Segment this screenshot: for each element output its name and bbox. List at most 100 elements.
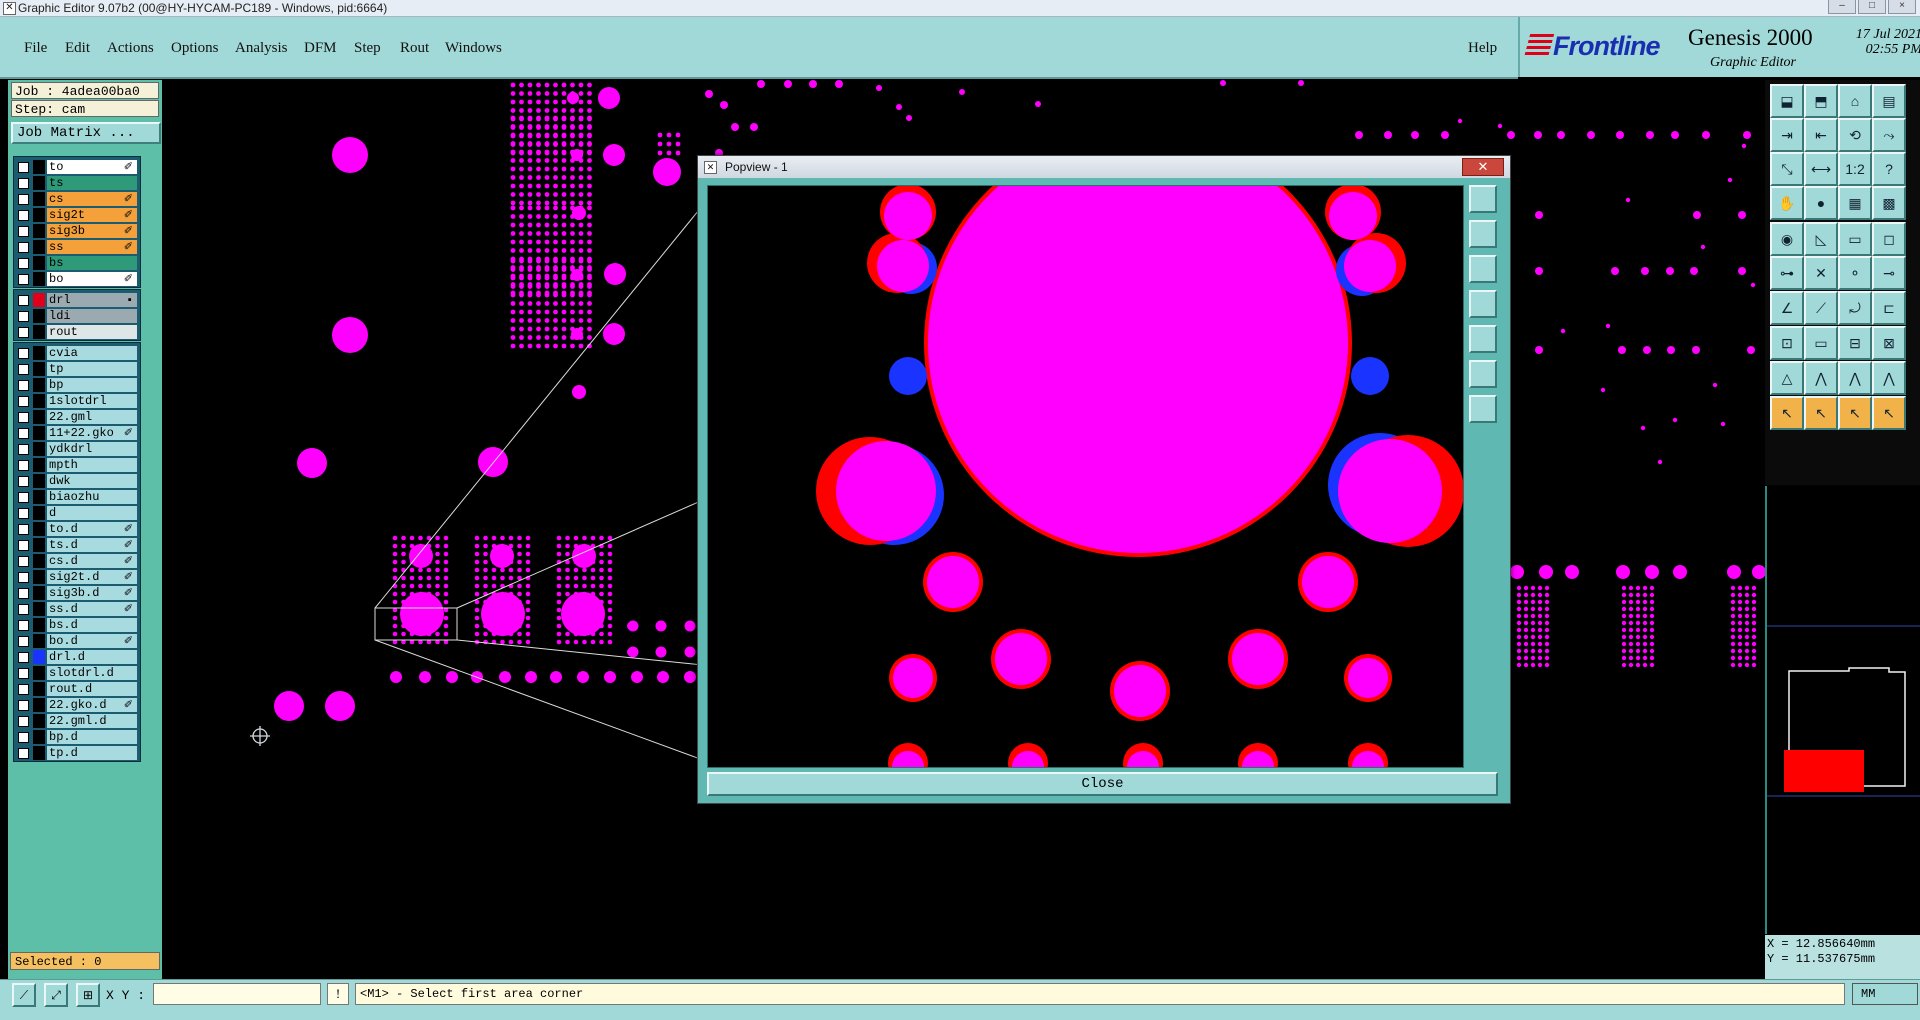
pad-tool-icon[interactable]: ⊡ — [1770, 326, 1804, 360]
layer-row-tp[interactable]: tp — [14, 361, 140, 377]
layer-checkbox[interactable] — [18, 162, 29, 173]
pan-tool-icon[interactable]: ⟷ — [1804, 152, 1838, 186]
layer-checkbox[interactable] — [18, 295, 29, 306]
layer-name[interactable]: 22.gko.d ✐ — [47, 698, 137, 712]
popview-canvas[interactable] — [707, 185, 1464, 768]
layer-row-bo[interactable]: bo ✐ — [14, 271, 140, 287]
layer-name[interactable]: rout.d — [47, 682, 137, 696]
layer-checkbox[interactable] — [18, 226, 29, 237]
layer-name[interactable]: cs.d ✐ — [47, 554, 137, 568]
layer-checkbox[interactable] — [18, 444, 29, 455]
layer-row-ts[interactable]: ts — [14, 175, 140, 191]
angle-tool-icon[interactable]: ◺ — [1804, 222, 1838, 256]
layer-row-ss-d[interactable]: ss.d ✐ — [14, 601, 140, 617]
peak-alt-tool-icon[interactable]: ⋀ — [1838, 361, 1872, 395]
layer-name[interactable]: to.d ✐ — [47, 522, 137, 536]
layer-row-bo-d[interactable]: bo.d ✐ — [14, 633, 140, 649]
layer-color-swatch[interactable] — [33, 309, 45, 323]
menu-edit[interactable]: Edit — [65, 40, 90, 57]
layer-name[interactable]: bs — [47, 256, 137, 270]
layer-row-slotdrl-d[interactable]: slotdrl.d — [14, 665, 140, 681]
layer-checkbox[interactable] — [18, 620, 29, 631]
layer-checkbox[interactable] — [18, 604, 29, 615]
layer-name[interactable]: ts — [47, 176, 137, 190]
layer-checkbox[interactable] — [18, 348, 29, 359]
layer-checkbox[interactable] — [18, 508, 29, 519]
layer-color-swatch[interactable] — [33, 490, 45, 504]
layer-color-swatch[interactable] — [33, 474, 45, 488]
layer-name[interactable]: cs ✐ — [47, 192, 137, 206]
layer-name[interactable]: drl ▪ — [47, 293, 137, 307]
layer-name[interactable]: tp — [47, 362, 137, 376]
delete-tool-icon[interactable]: ✕ — [1804, 256, 1838, 290]
layer-row-mpth[interactable]: mpth — [14, 457, 140, 473]
layer-row-to[interactable]: to ✐ — [14, 159, 140, 175]
scale-1-2-tool-icon[interactable]: 1:2 — [1838, 152, 1872, 186]
popview-title-bar[interactable]: ✕ Popview - 1 ✕ — [698, 156, 1510, 178]
layer-color-swatch[interactable] — [33, 602, 45, 616]
select-tool-tool-icon[interactable]: ↖ — [1838, 396, 1872, 430]
layer-name[interactable]: d — [47, 506, 137, 520]
layer-row-drl-d[interactable]: drl.d — [14, 649, 140, 665]
layer-row-drl[interactable]: drl ▪ — [14, 292, 140, 308]
popview-window[interactable]: ✕ Popview - 1 ✕ Close — [697, 155, 1511, 804]
overview-map[interactable] — [1765, 486, 1920, 934]
layer-row-rout-d[interactable]: rout.d — [14, 681, 140, 697]
list-tool-icon[interactable]: ▤ — [1872, 84, 1906, 118]
menu-dfm[interactable]: DFM — [304, 40, 337, 57]
layer-color-swatch[interactable] — [33, 618, 45, 632]
layer-row-ts-d[interactable]: ts.d ✐ — [14, 537, 140, 553]
layer-name[interactable]: to ✐ — [47, 160, 137, 174]
menu-analysis[interactable]: Analysis — [235, 40, 288, 57]
popview-close-icon[interactable]: ✕ — [1462, 158, 1504, 176]
peak-more-tool-icon[interactable]: ⋀ — [1872, 361, 1906, 395]
layer-name[interactable]: cvia — [47, 346, 137, 360]
layer-color-swatch[interactable] — [33, 208, 45, 222]
layer-name[interactable]: sig3b ✐ — [47, 224, 137, 238]
layer-name[interactable]: 1slotdrl — [47, 394, 137, 408]
peak-tool-icon[interactable]: ⋀ — [1804, 361, 1838, 395]
layer-name[interactable]: ydkdrl — [47, 442, 137, 456]
layer-row-dwk[interactable]: dwk — [14, 473, 140, 489]
ruler-tool-icon[interactable]: ▭ — [1838, 222, 1872, 256]
snap-icon[interactable]: ⟋ — [12, 983, 36, 1007]
layer-color-swatch[interactable] — [33, 410, 45, 424]
layer-checkbox[interactable] — [18, 412, 29, 423]
layer-color-swatch[interactable] — [33, 426, 45, 440]
layer-row-biaozhu[interactable]: biaozhu — [14, 489, 140, 505]
layer-color-swatch[interactable] — [33, 522, 45, 536]
layer-color-swatch[interactable] — [33, 272, 45, 286]
align-right-tool-icon[interactable]: ⇥ — [1770, 118, 1804, 152]
layer-checkbox[interactable] — [18, 327, 29, 338]
route-tool-icon[interactable]: ⤳ — [1872, 118, 1906, 152]
layer-checkbox[interactable] — [18, 668, 29, 679]
layer-name[interactable]: bp — [47, 378, 137, 392]
layer-name[interactable]: sig3b.d ✐ — [47, 586, 137, 600]
layer-color-swatch[interactable] — [33, 506, 45, 520]
layer-checkbox[interactable] — [18, 556, 29, 567]
popview-tool-pan-left-icon[interactable] — [1469, 290, 1497, 318]
layer-checkbox[interactable] — [18, 524, 29, 535]
menu-step[interactable]: Step — [354, 40, 381, 57]
node-tool-icon[interactable]: ⚬ — [1838, 256, 1872, 290]
layer-row-cs[interactable]: cs ✐ — [14, 191, 140, 207]
pattern-tool-icon[interactable]: ▩ — [1872, 186, 1906, 220]
link-tool-icon[interactable]: ⊸ — [1872, 256, 1906, 290]
record-tool-icon[interactable]: ● — [1804, 186, 1838, 220]
layer-name[interactable]: dwk — [47, 474, 137, 488]
menu-help[interactable]: Help — [1468, 40, 1497, 57]
layer-name[interactable]: bo ✐ — [47, 272, 137, 286]
layer-color-swatch[interactable] — [33, 554, 45, 568]
layer-name[interactable]: mpth — [47, 458, 137, 472]
layer-checkbox[interactable] — [18, 492, 29, 503]
menu-options[interactable]: Options — [171, 40, 219, 57]
layer-checkbox[interactable] — [18, 700, 29, 711]
layer-color-swatch[interactable] — [33, 570, 45, 584]
layer-color-swatch[interactable] — [33, 698, 45, 712]
layer-checkbox[interactable] — [18, 684, 29, 695]
job-matrix-button[interactable]: Job Matrix ... — [11, 122, 161, 144]
feature-select-tool-icon[interactable]: ◉ — [1770, 222, 1804, 256]
layer-row-rout[interactable]: rout — [14, 324, 140, 340]
triangle-tool-icon[interactable]: △ — [1770, 361, 1804, 395]
layer-row-sig3b-d[interactable]: sig3b.d ✐ — [14, 585, 140, 601]
